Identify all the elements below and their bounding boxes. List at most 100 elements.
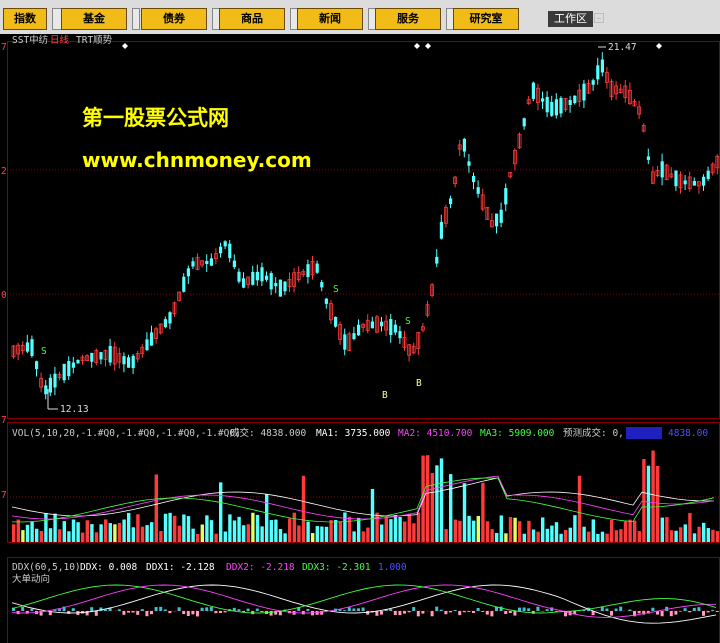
- candle-body: [573, 95, 577, 104]
- ddx-bar: [545, 609, 549, 611]
- signal-marker: [122, 43, 128, 49]
- volume-bar: [453, 519, 457, 542]
- candle-body: [186, 268, 190, 277]
- volume-bar: [573, 515, 577, 542]
- ddx-bar: [435, 606, 439, 611]
- candle-body: [278, 279, 282, 297]
- ddx-bar: [449, 611, 452, 613]
- ddx-bar: [669, 611, 673, 617]
- volume-bar: [21, 530, 25, 542]
- volume-bar: [637, 531, 641, 542]
- volume-bar: [163, 513, 168, 542]
- volume-bar: [559, 533, 563, 542]
- volume-bar: [173, 515, 177, 542]
- ddx-bar: [490, 611, 494, 617]
- volume-bar: [228, 514, 232, 542]
- ddx-bar: [421, 611, 425, 614]
- volume-bar: [53, 513, 57, 542]
- volume-bar: [582, 526, 586, 542]
- nav-button-fund[interactable]: 基金: [61, 8, 127, 30]
- ddx-bar: [476, 607, 480, 611]
- volume-bar: [472, 520, 476, 542]
- volume-bar: [62, 521, 66, 542]
- candle-body: [315, 263, 319, 273]
- candle-body: [260, 267, 264, 282]
- volume-bar: [416, 512, 421, 542]
- candle-body: [274, 283, 278, 287]
- volume-bar: [251, 512, 255, 542]
- volume-bar: [495, 532, 499, 542]
- ddx-bar: [702, 611, 705, 616]
- ddx-bar: [209, 607, 213, 611]
- ddx-bar: [255, 608, 259, 611]
- workspace-label[interactable]: 工作区: [548, 11, 593, 27]
- buy-signal: B: [382, 390, 388, 401]
- ddx-bar: [223, 611, 227, 613]
- nav-button-news[interactable]: 新闻: [297, 8, 363, 30]
- volume-bar: [554, 522, 559, 542]
- ddx-bar: [140, 609, 144, 611]
- ddx-bar: [536, 606, 540, 611]
- candle-body: [370, 321, 374, 329]
- candle-body: [531, 82, 535, 99]
- volume-bar: [242, 525, 246, 542]
- ddx-bar: [518, 607, 521, 611]
- high-price-label: 21.47: [608, 42, 637, 53]
- minimize-icon[interactable]: [594, 13, 604, 23]
- candle-body: [35, 361, 39, 370]
- candle-body: [472, 175, 476, 183]
- nav-button-index[interactable]: 指数: [3, 8, 47, 30]
- nav-button-research[interactable]: 研究室: [453, 8, 519, 30]
- ddx-bar: [416, 611, 420, 617]
- candle-body: [237, 271, 241, 282]
- volume-bar: [265, 493, 269, 542]
- period-label[interactable]: 日线: [50, 34, 70, 46]
- volume-bar: [292, 512, 296, 542]
- volume-bar: [715, 531, 720, 542]
- volume-bar: [306, 521, 310, 542]
- candle-body: [706, 170, 710, 179]
- ddx-bar: [150, 611, 153, 615]
- volume-bar: [642, 459, 646, 542]
- volume-bar: [380, 524, 384, 542]
- nav-button-bond[interactable]: 债券: [141, 8, 207, 30]
- volume-tag: [626, 427, 662, 439]
- volume-bar: [398, 517, 402, 542]
- ddx-bar: [679, 611, 682, 612]
- indicator-name: TRT顺势: [76, 34, 113, 46]
- volume-bar: [600, 531, 605, 542]
- volume-bar: [361, 531, 365, 542]
- ddx-bar: [430, 611, 434, 617]
- nav-button-commodity[interactable]: 商品: [219, 8, 285, 30]
- candle-body: [541, 98, 545, 102]
- nav-button-service[interactable]: 服务: [375, 8, 441, 30]
- buy-signal: B: [416, 378, 422, 389]
- candle-body: [582, 83, 586, 101]
- volume-bar: [591, 519, 595, 542]
- ddx-bar: [145, 611, 149, 617]
- ddx-bar: [163, 609, 167, 611]
- volume-bar: [706, 528, 710, 542]
- candle-body: [127, 357, 131, 368]
- candle-body: [242, 278, 246, 288]
- volume-bar: [688, 512, 692, 542]
- volume-bar: [430, 473, 434, 542]
- candle-body: [467, 161, 471, 166]
- watermark-url: www.chnmoney.com: [82, 148, 312, 172]
- axis-label-4: 7: [1, 415, 7, 426]
- volume-bar: [444, 529, 448, 542]
- ddx-bar: [504, 611, 508, 615]
- grid-lines: [7, 41, 720, 643]
- ddx-bar: [458, 611, 462, 616]
- volume-bar: [393, 515, 398, 542]
- chart-area[interactable]: SST中纺 日线 TRT顺势 7 2 0 7 第一股票公式网 www.chnmo…: [0, 34, 720, 643]
- volume-bar: [117, 522, 122, 542]
- ddx-bar: [472, 611, 475, 614]
- candle-body: [476, 187, 480, 194]
- volume-bar: [278, 529, 283, 542]
- ddx-bar: [94, 611, 98, 616]
- volume-bar: [692, 533, 697, 542]
- ddx-bar: [444, 611, 448, 615]
- ddx-bar: [407, 611, 411, 613]
- volume-bar: [665, 517, 669, 542]
